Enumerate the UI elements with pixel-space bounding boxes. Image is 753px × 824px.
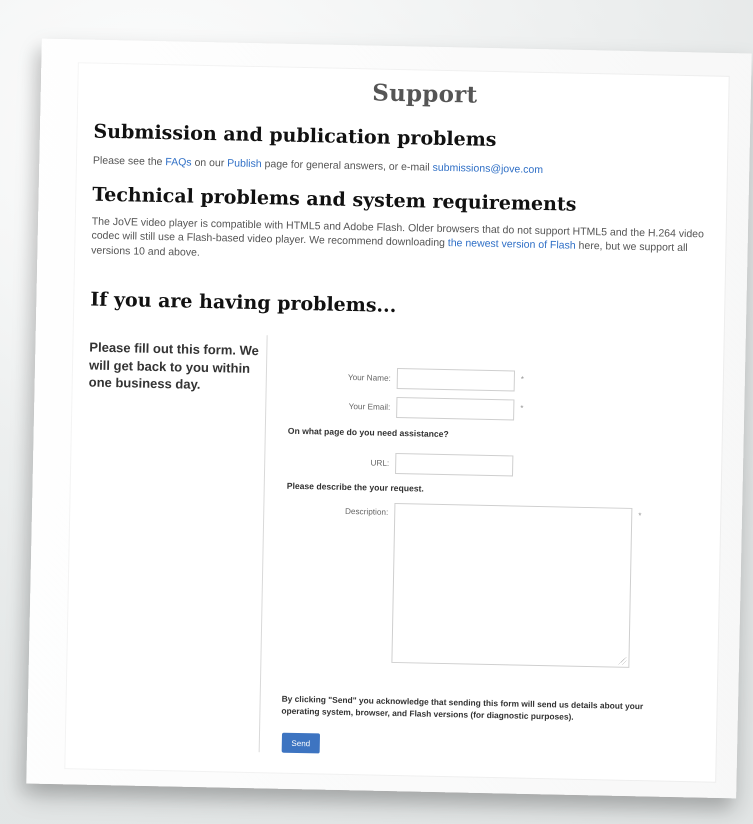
request-description-prompt: Please describe the your request. (286, 480, 424, 494)
technical-section-text: The JoVE video player is compatible with… (91, 215, 707, 271)
form-lead-text: Please fill out this form. We will get b… (88, 339, 260, 392)
description-required-marker: * (638, 511, 642, 521)
send-button[interactable]: Send (281, 732, 321, 754)
email-label: Your Email: (348, 401, 391, 412)
submission-text-end: page for general answers, or e-mail (261, 158, 433, 174)
submission-text-start: Please see the (92, 154, 166, 169)
form-divider (258, 335, 268, 753)
publish-link[interactable]: Publish (227, 157, 262, 170)
email-required-marker: * (520, 403, 524, 413)
submission-text-middle: on our (191, 156, 228, 170)
name-required-marker: * (520, 374, 525, 384)
page-title: Support (372, 79, 478, 109)
submission-section-text: Please see the FAQs on our Publish page … (93, 154, 703, 181)
submission-section-title: Submission and publication problems (93, 120, 497, 152)
description-textarea[interactable] (391, 502, 633, 668)
flash-download-link[interactable]: the newest version of Flash (448, 238, 576, 253)
diagnostic-acknowledgement: By clicking "Send" you acknowledge that … (281, 693, 644, 722)
support-page: Support Submission and publication probl… (65, 63, 729, 782)
resize-handle-icon[interactable] (618, 656, 627, 665)
problems-section-title: If you are having problems... (90, 288, 397, 317)
page-assistance-prompt: On what page do you need assistance? (287, 425, 449, 440)
url-label: URL: (370, 458, 390, 468)
name-input[interactable] (396, 367, 516, 392)
faqs-link[interactable]: FAQs (165, 156, 191, 169)
name-label: Your Name: (347, 372, 391, 383)
technical-section-title: Technical problems and system requiremen… (92, 183, 577, 216)
support-scene: Support Submission and publication probl… (0, 0, 753, 824)
submission-email-link[interactable]: submissions@jove.com (433, 162, 544, 176)
url-input[interactable] (395, 452, 514, 477)
description-label: Description: (344, 506, 389, 517)
email-input[interactable] (396, 396, 515, 421)
